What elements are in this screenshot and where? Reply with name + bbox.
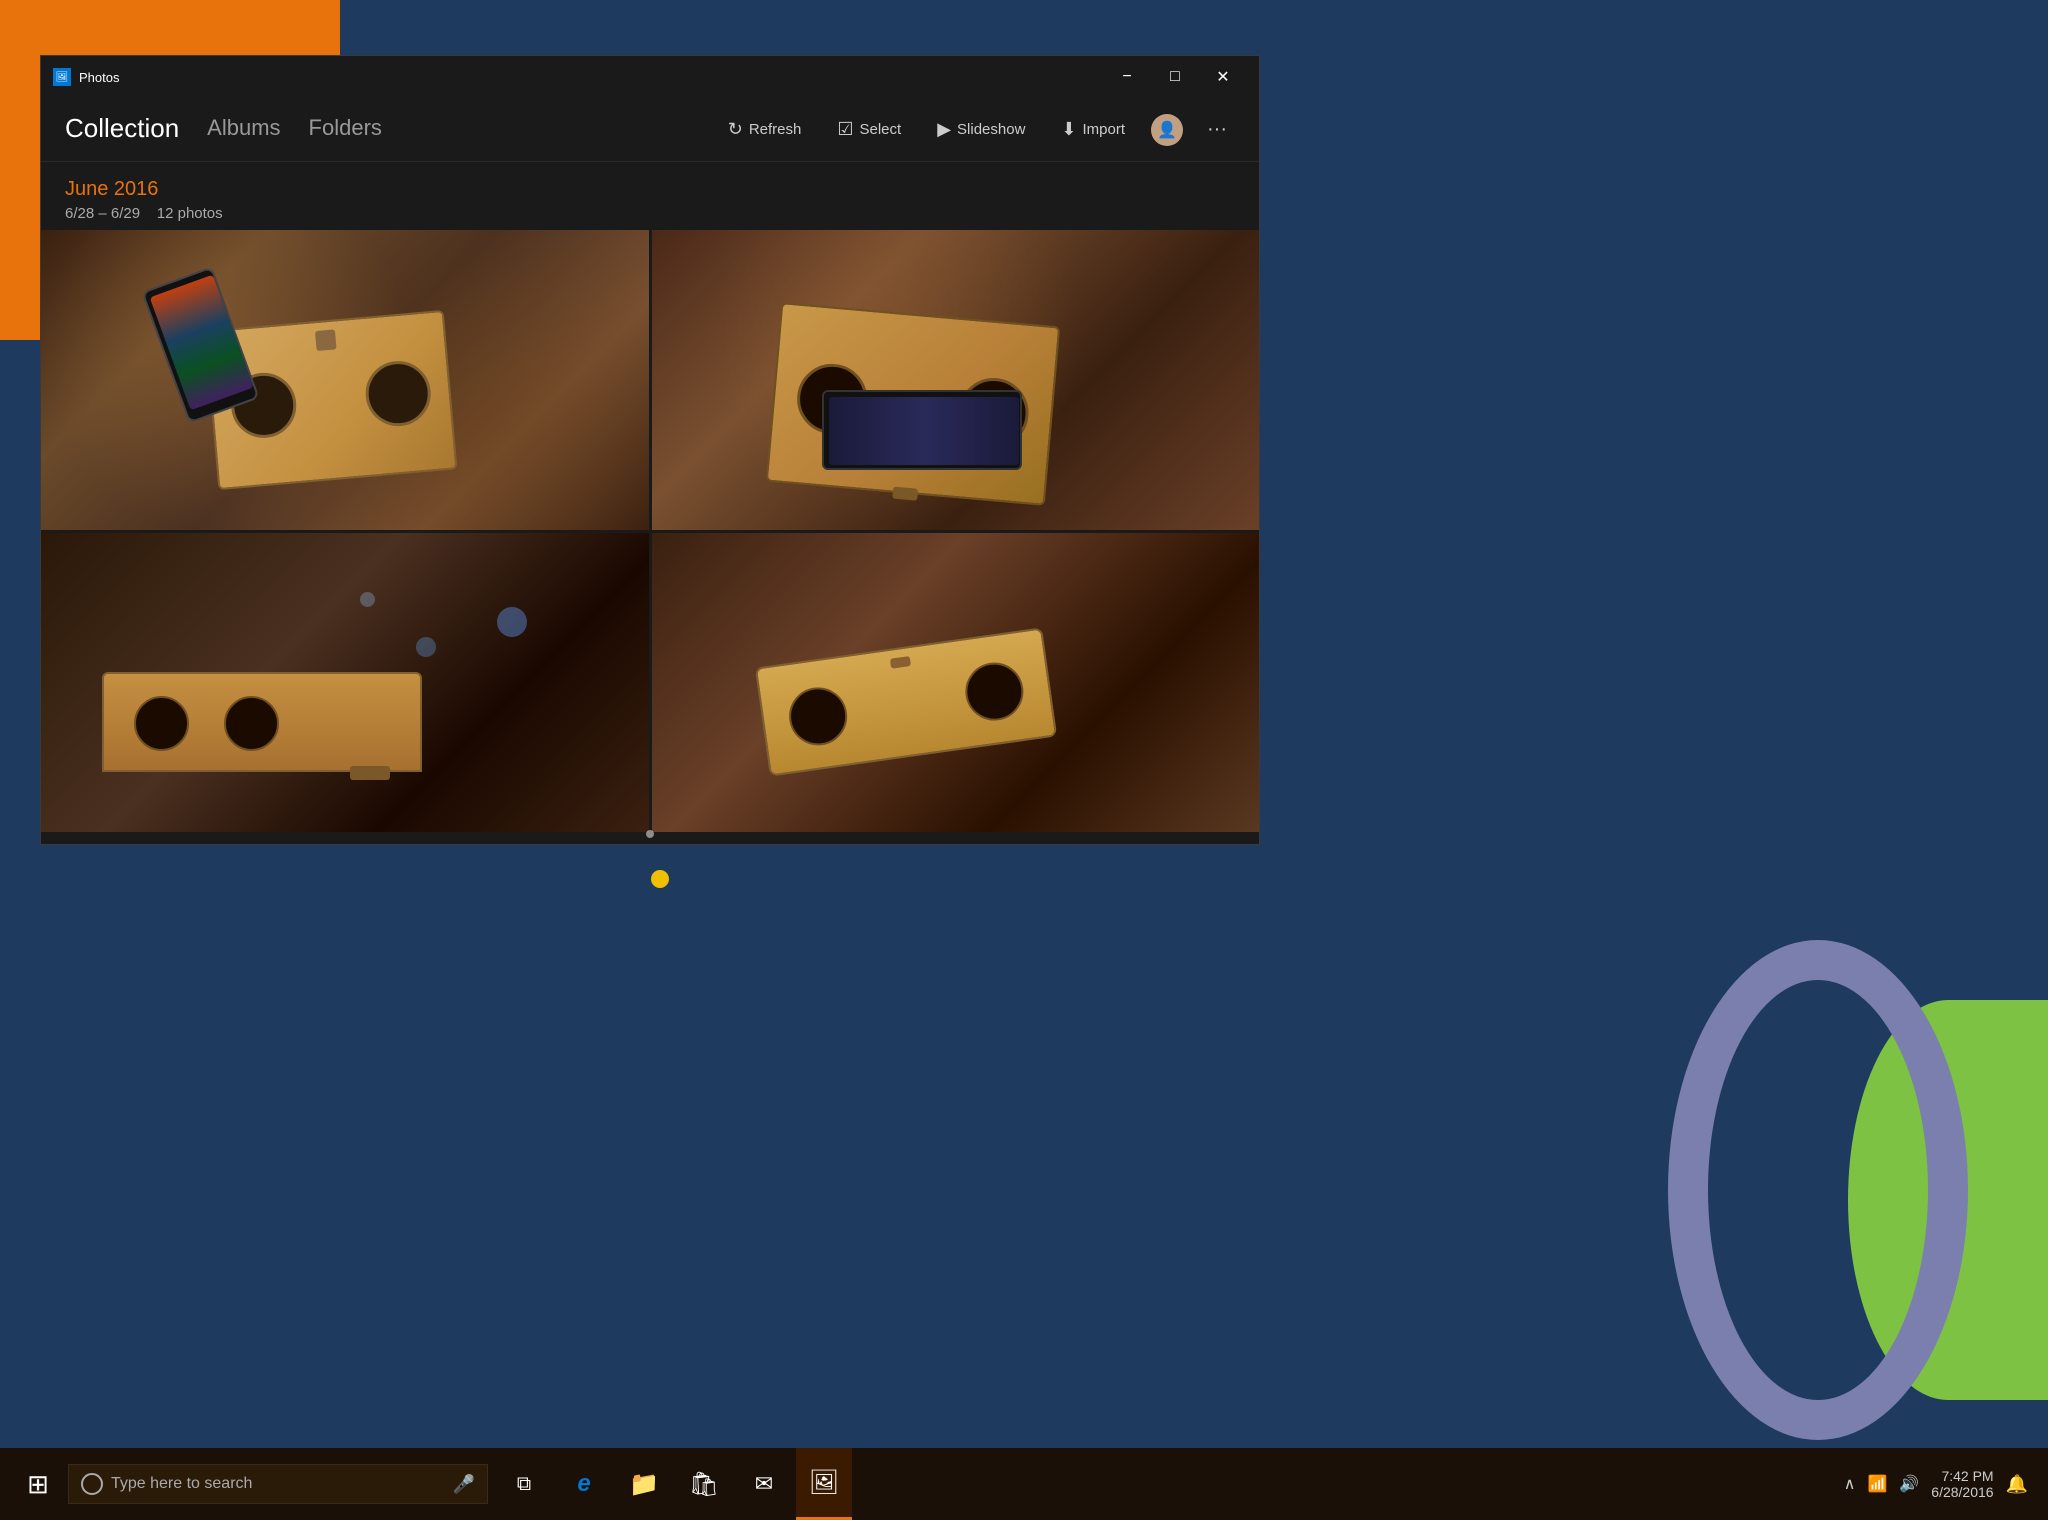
- slideshow-label: Slideshow: [957, 121, 1025, 138]
- tab-folders[interactable]: Folders: [309, 107, 382, 152]
- photo-4-inner: [652, 533, 1260, 833]
- tab-albums[interactable]: Albums: [207, 107, 280, 152]
- system-icons: ∧: [1844, 1474, 1856, 1494]
- photo-2[interactable]: [652, 230, 1260, 530]
- month-label: June 2016: [65, 178, 1235, 201]
- slideshow-button[interactable]: ▶ Slideshow: [927, 113, 1035, 146]
- title-bar-left: 🖼 Photos: [53, 68, 119, 86]
- start-button[interactable]: ⊞: [8, 1448, 68, 1520]
- tab-collection[interactable]: Collection: [65, 105, 179, 155]
- photos-window: 🖼 Photos − □ ✕ Collection Albums Folders…: [40, 55, 1260, 845]
- date-header: June 2016 6/28 – 6/29 12 photos: [41, 162, 1259, 230]
- clock: 7:42 PM6/28/2016: [1931, 1468, 1993, 1500]
- bg-purple-arc: [1668, 940, 1968, 1440]
- toolbar: Collection Albums Folders ↻ Refresh ☑ Se…: [41, 98, 1259, 162]
- store-icon: 🛍: [689, 1470, 719, 1499]
- taskbar-system-tray: ∧ 📶 🔊 7:42 PM6/28/2016 🔔: [1844, 1468, 2040, 1500]
- import-button[interactable]: ⬇ Import: [1051, 113, 1135, 146]
- select-label: Select: [859, 121, 901, 138]
- maximize-button[interactable]: □: [1151, 61, 1199, 93]
- select-icon: ☑: [837, 119, 853, 140]
- refresh-label: Refresh: [749, 121, 802, 138]
- store-button[interactable]: 🛍: [676, 1448, 732, 1520]
- file-explorer-button[interactable]: 📁: [616, 1448, 672, 1520]
- close-button[interactable]: ✕: [1199, 61, 1247, 93]
- photo-1-inner: [41, 230, 649, 530]
- microphone-icon[interactable]: 🎤: [453, 1474, 475, 1495]
- toolbar-actions: ↻ Refresh ☑ Select ▶ Slideshow ⬇ Import …: [718, 113, 1235, 146]
- scroll-indicator: [646, 830, 654, 838]
- photo-grid: [41, 230, 1259, 832]
- photo-count: 12 photos: [157, 205, 223, 222]
- edge-icon: e: [577, 1470, 590, 1498]
- content-area: June 2016 6/28 – 6/29 12 photos: [41, 162, 1259, 844]
- import-icon: ⬇: [1061, 119, 1076, 140]
- minimize-button[interactable]: −: [1103, 61, 1151, 93]
- search-placeholder: Type here to search: [111, 1475, 445, 1493]
- title-bar-controls: − □ ✕: [1103, 61, 1247, 93]
- network-icon: 📶: [1867, 1474, 1887, 1494]
- task-view-icon: ⧉: [517, 1473, 531, 1496]
- volume-icon: 🔊: [1899, 1474, 1919, 1494]
- edge-button[interactable]: e: [556, 1448, 612, 1520]
- date-range: 6/28 – 6/29 12 photos: [65, 205, 1235, 222]
- search-icon: [81, 1473, 103, 1495]
- taskbar: ⊞ Type here to search 🎤 ⧉ e 📁 🛍 ✉ 🖼 ∧ 📶 …: [0, 1448, 2048, 1520]
- more-button[interactable]: ···: [1199, 114, 1235, 145]
- photo-3[interactable]: [41, 533, 649, 833]
- photo-1[interactable]: [41, 230, 649, 530]
- start-icon: ⊞: [27, 1469, 49, 1500]
- photos-icon: 🖼: [809, 1468, 839, 1497]
- user-avatar[interactable]: 👤: [1151, 114, 1183, 146]
- select-button[interactable]: ☑ Select: [827, 113, 911, 146]
- refresh-icon: ↻: [728, 119, 743, 140]
- photo-2-inner: [652, 230, 1260, 530]
- title-bar: 🖼 Photos − □ ✕: [41, 56, 1259, 98]
- nav-tabs: Collection Albums Folders: [65, 105, 718, 155]
- date-range-text: 6/28 – 6/29: [65, 205, 140, 222]
- refresh-button[interactable]: ↻ Refresh: [718, 113, 812, 146]
- window-title: Photos: [79, 70, 119, 85]
- search-bar[interactable]: Type here to search 🎤: [68, 1464, 488, 1504]
- photo-3-inner: [41, 533, 649, 833]
- folder-icon: 📁: [629, 1470, 659, 1499]
- photos-button[interactable]: 🖼: [796, 1448, 852, 1520]
- window-notification-dot: [651, 870, 669, 888]
- task-view-button[interactable]: ⧉: [496, 1448, 552, 1520]
- notification-icon[interactable]: 🔔: [2006, 1474, 2028, 1495]
- mail-icon: ✉: [755, 1471, 773, 1497]
- mail-button[interactable]: ✉: [736, 1448, 792, 1520]
- import-label: Import: [1083, 121, 1126, 138]
- app-icon: 🖼: [53, 68, 71, 86]
- photo-4[interactable]: [652, 533, 1260, 833]
- slideshow-icon: ▶: [937, 119, 951, 140]
- taskbar-icons: ⧉ e 📁 🛍 ✉ 🖼: [496, 1448, 852, 1520]
